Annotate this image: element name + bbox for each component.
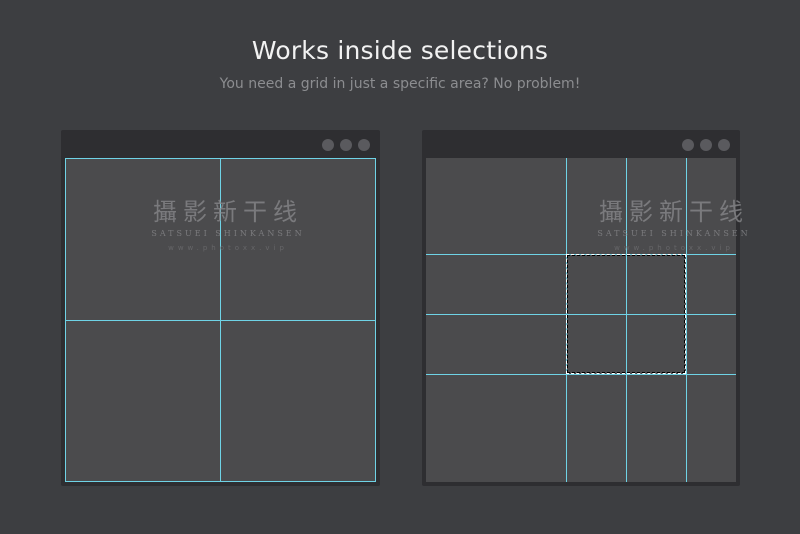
watermark-url: www.photoxx.vip — [614, 244, 734, 252]
guide-horizontal[interactable] — [65, 158, 376, 159]
watermark-url: www.photoxx.vip — [168, 244, 288, 252]
subheadline: You need a grid in just a specific area?… — [219, 76, 581, 92]
marquee-selection[interactable] — [566, 254, 686, 374]
watermark-en: SATSUEI SHINKANSEN — [151, 229, 305, 238]
window-full-grid: 攝影新干线 SATSUEI SHINKANSEN www.photoxx.vip — [61, 130, 380, 486]
watermark-en: SATSUEI SHINKANSEN — [597, 229, 751, 238]
guide-horizontal[interactable] — [65, 320, 376, 321]
watermark: 攝影新干线 SATSUEI SHINKANSEN www.photoxx.vip — [133, 192, 323, 252]
window-dot-icon[interactable] — [718, 139, 730, 151]
headline: Works inside selections — [251, 36, 549, 65]
window-controls — [322, 139, 370, 151]
window-dot-icon[interactable] — [682, 139, 694, 151]
window-dot-icon[interactable] — [700, 139, 712, 151]
window-selection-grid: 攝影新干线 SATSUEI SHINKANSEN www.photoxx.vip — [422, 130, 748, 486]
watermark-cn: 攝影新干线 — [153, 198, 303, 226]
window-dot-icon[interactable] — [322, 139, 334, 151]
window-dot-icon[interactable] — [340, 139, 352, 151]
watermark-cn: 攝影新干线 — [599, 198, 749, 226]
guide-horizontal[interactable] — [426, 374, 736, 375]
watermark: 攝影新干线 SATSUEI SHINKANSEN www.photoxx.vip — [574, 192, 774, 252]
window-dot-icon[interactable] — [358, 139, 370, 151]
window-controls — [682, 139, 730, 151]
guide-horizontal[interactable] — [65, 481, 376, 482]
